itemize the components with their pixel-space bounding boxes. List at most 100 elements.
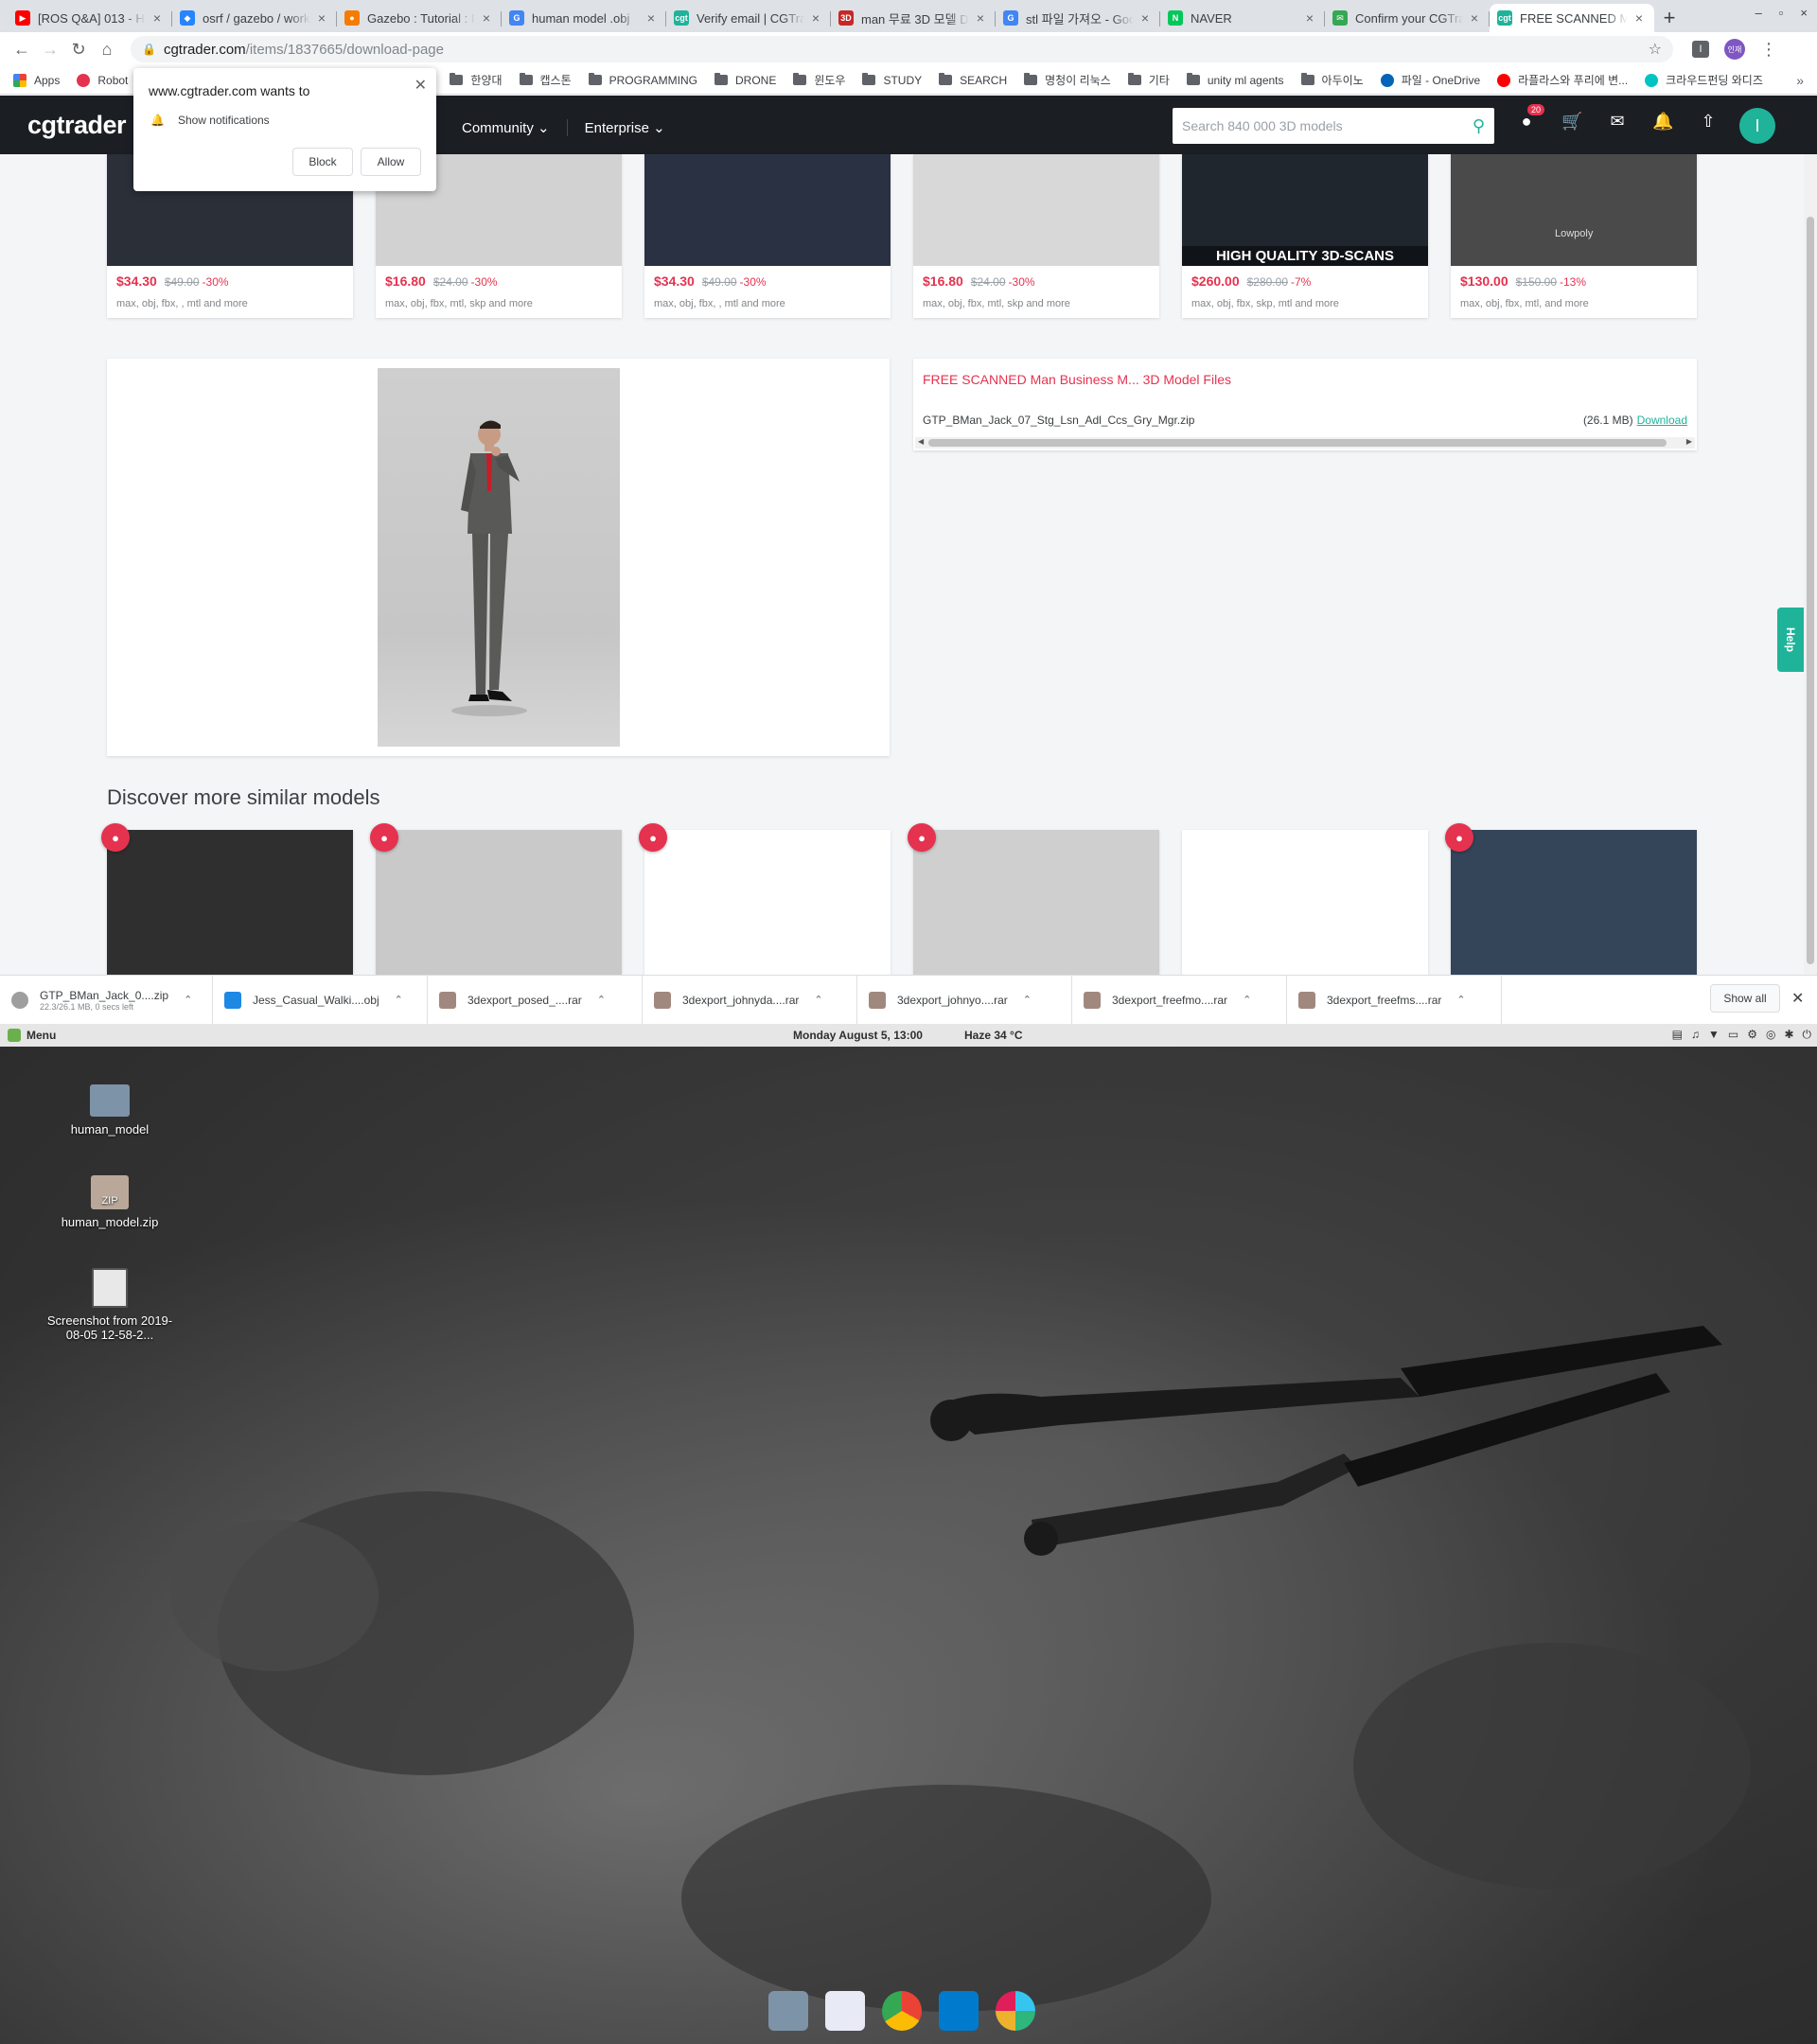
bookmark-item[interactable]: 기타 — [1127, 72, 1170, 88]
back-icon[interactable]: ← — [8, 35, 36, 63]
similar-thumbnail[interactable] — [1182, 830, 1428, 975]
close-icon[interactable]: × — [644, 10, 659, 26]
product-thumbnail[interactable]: HIGH QUALITY 3D-SCANS — [1182, 154, 1428, 266]
piggy-bank-icon[interactable]: ● — [1445, 823, 1473, 852]
browser-tab[interactable]: cgt FREE SCANNED Man× — [1490, 4, 1654, 32]
bookmark-star-icon[interactable]: ☆ — [1649, 40, 1662, 59]
chevron-up-icon[interactable]: ⌃ — [184, 994, 192, 1006]
site-logo[interactable]: cgtrader — [27, 111, 127, 140]
desktop-icon-screenshot[interactable]: Screenshot from 2019-08-05 12-58-2... — [44, 1268, 176, 1342]
nav-community[interactable]: Community ⌄ — [445, 119, 568, 136]
slack-icon[interactable] — [996, 1991, 1035, 2031]
browser-tab[interactable]: Gstl 파일 가져오 - Goo × — [996, 4, 1160, 32]
bookmark-item[interactable]: SEARCH — [939, 73, 1007, 87]
browser-tab[interactable]: ▶ [ROS Q&A] 013 - Ho × — [8, 4, 172, 32]
wifi-icon[interactable]: ▼ — [1708, 1028, 1720, 1042]
download-item[interactable]: Jess_Casual_Walki....obj ⌃ — [213, 975, 428, 1024]
search-icon[interactable]: ⚲ — [1473, 116, 1485, 136]
download-item[interactable]: 3dexport_posed_....rar ⌃ — [428, 975, 643, 1024]
product-card[interactable]: $16.80 $24.00 -30% max, obj, fbx, mtl, skp … — [913, 154, 1159, 318]
user-avatar[interactable]: I — [1739, 108, 1775, 144]
product-card[interactable]: Lowpoly $130.00 $150.00 -13% max, obj, fbx, … — [1451, 154, 1697, 318]
piggy-bank-icon[interactable]: ● — [639, 823, 667, 852]
bluetooth-icon[interactable]: ✱ — [1784, 1028, 1793, 1042]
text-editor-icon[interactable] — [825, 1991, 865, 2031]
network-icon[interactable]: ◎ — [1766, 1028, 1775, 1042]
chevron-up-icon[interactable]: ⌃ — [814, 994, 822, 1006]
reload-icon[interactable]: ↻ — [64, 35, 93, 63]
close-icon[interactable]: × — [1467, 10, 1482, 26]
bookmark-item[interactable]: 명청이 리눅스 — [1024, 72, 1111, 88]
bookmark-item[interactable]: 크라우드펀딩 와디즈 — [1645, 72, 1763, 88]
weather[interactable]: Haze 34 °C — [964, 1029, 1023, 1042]
browser-tab[interactable]: ✉ Confirm your CGTra × — [1325, 4, 1490, 32]
clipboard-icon[interactable]: ▤ — [1672, 1028, 1683, 1042]
close-icon[interactable]: × — [150, 10, 165, 26]
bookmark-item[interactable]: 파일 - OneDrive — [1380, 72, 1480, 88]
close-icon[interactable]: × — [479, 10, 494, 26]
bell-icon[interactable]: 🔔 — [1652, 112, 1673, 132]
close-icon[interactable]: × — [1302, 10, 1317, 26]
chevron-up-icon[interactable]: ⌃ — [597, 994, 606, 1006]
bookmark-item[interactable]: unity ml agents — [1186, 73, 1284, 87]
product-thumbnail[interactable] — [644, 154, 891, 266]
vscode-icon[interactable] — [939, 1991, 979, 2031]
close-icon[interactable]: × — [1632, 10, 1647, 26]
piggy-bank-icon[interactable]: ● 20 — [1516, 104, 1545, 132]
power-icon[interactable]: ⏻ — [1803, 1028, 1812, 1042]
browser-tab[interactable]: ● Gazebo : Tutorial : F × — [337, 4, 502, 32]
browser-tab[interactable]: N NAVER × — [1160, 4, 1325, 32]
browser-tab[interactable]: cgt Verify email | CGTra × — [666, 4, 831, 32]
bookmark-item[interactable]: DRONE — [714, 73, 776, 87]
bookmark-item[interactable]: Robot — [77, 73, 128, 87]
close-window-icon[interactable]: × — [1800, 6, 1808, 20]
similar-model-card[interactable] — [107, 830, 353, 975]
bookmark-item[interactable]: Apps — [13, 73, 60, 87]
browser-tab[interactable]: Ghuman model .obj × — [502, 4, 666, 32]
similar-model-card[interactable] — [1182, 830, 1428, 975]
similar-model-card[interactable] — [913, 830, 1159, 975]
cart-icon[interactable]: 🛒 — [1561, 112, 1582, 132]
bookmarks-overflow-icon[interactable]: » — [1796, 73, 1804, 88]
similar-model-card[interactable] — [644, 830, 891, 975]
close-icon[interactable]: × — [314, 10, 329, 26]
download-item[interactable]: 3dexport_johnyda....rar ⌃ — [643, 975, 857, 1024]
scroll-left-icon[interactable]: ◀ — [918, 437, 924, 446]
close-icon[interactable]: ✕ — [1791, 989, 1804, 1008]
chrome-icon[interactable] — [882, 1991, 922, 2031]
chevron-up-icon[interactable]: ⌃ — [1456, 994, 1465, 1006]
bookmark-item[interactable]: 윈도우 — [793, 72, 845, 88]
clock[interactable]: Monday August 5, 13:00 — [793, 1029, 923, 1042]
home-icon[interactable]: ⌂ — [93, 35, 121, 63]
download-item[interactable]: 3dexport_johnyo....rar ⌃ — [857, 975, 1072, 1024]
bookmark-item[interactable]: 아두이노 — [1300, 72, 1364, 88]
page-scrollbar[interactable] — [1804, 154, 1817, 975]
bookmark-item[interactable]: 한양대 — [450, 72, 503, 88]
nav-enterprise[interactable]: Enterprise ⌄ — [568, 119, 682, 136]
piggy-bank-icon[interactable]: ● — [101, 823, 130, 852]
site-search-input[interactable]: Search 840 000 3D models ⚲ — [1173, 108, 1494, 144]
files-horizontal-scrollbar[interactable]: ◀ ▶ — [915, 437, 1695, 449]
desktop-icon-human-model[interactable]: human_model — [44, 1084, 176, 1137]
download-item[interactable]: GTP_BMan_Jack_0....zip 22.3/26.1 MB, 0 se… — [0, 975, 213, 1024]
scrollbar-thumb[interactable] — [1807, 217, 1814, 964]
download-link[interactable]: Download — [1637, 414, 1687, 427]
browser-tab[interactable]: 3D man 무료 3D 모델 D × — [831, 4, 996, 32]
extension-icon[interactable]: I — [1692, 41, 1709, 58]
similar-model-card[interactable] — [1451, 830, 1697, 975]
model-preview-image[interactable] — [378, 368, 620, 747]
similar-thumbnail[interactable] — [107, 830, 353, 975]
download-item[interactable]: 3dexport_freefms....rar ⌃ — [1287, 975, 1502, 1024]
product-card[interactable]: HIGH QUALITY 3D-SCANS $260.00 $280.00 -7% ma… — [1182, 154, 1428, 318]
battery-icon[interactable]: ▭ — [1728, 1028, 1738, 1042]
similar-thumbnail[interactable] — [376, 830, 622, 975]
similar-thumbnail[interactable] — [1451, 830, 1697, 975]
help-button[interactable]: Help — [1777, 608, 1804, 672]
close-icon[interactable]: × — [808, 10, 823, 26]
files-icon[interactable] — [768, 1991, 808, 2031]
product-card[interactable]: $34.30 $49.00 -30% max, obj, fbx, , mtl and… — [644, 154, 891, 318]
similar-thumbnail[interactable] — [913, 830, 1159, 975]
desktop-icon-human-model-zip[interactable]: ZIP human_model.zip — [44, 1175, 176, 1229]
scrollbar-thumb[interactable] — [928, 439, 1667, 447]
minimize-icon[interactable]: – — [1755, 6, 1762, 20]
